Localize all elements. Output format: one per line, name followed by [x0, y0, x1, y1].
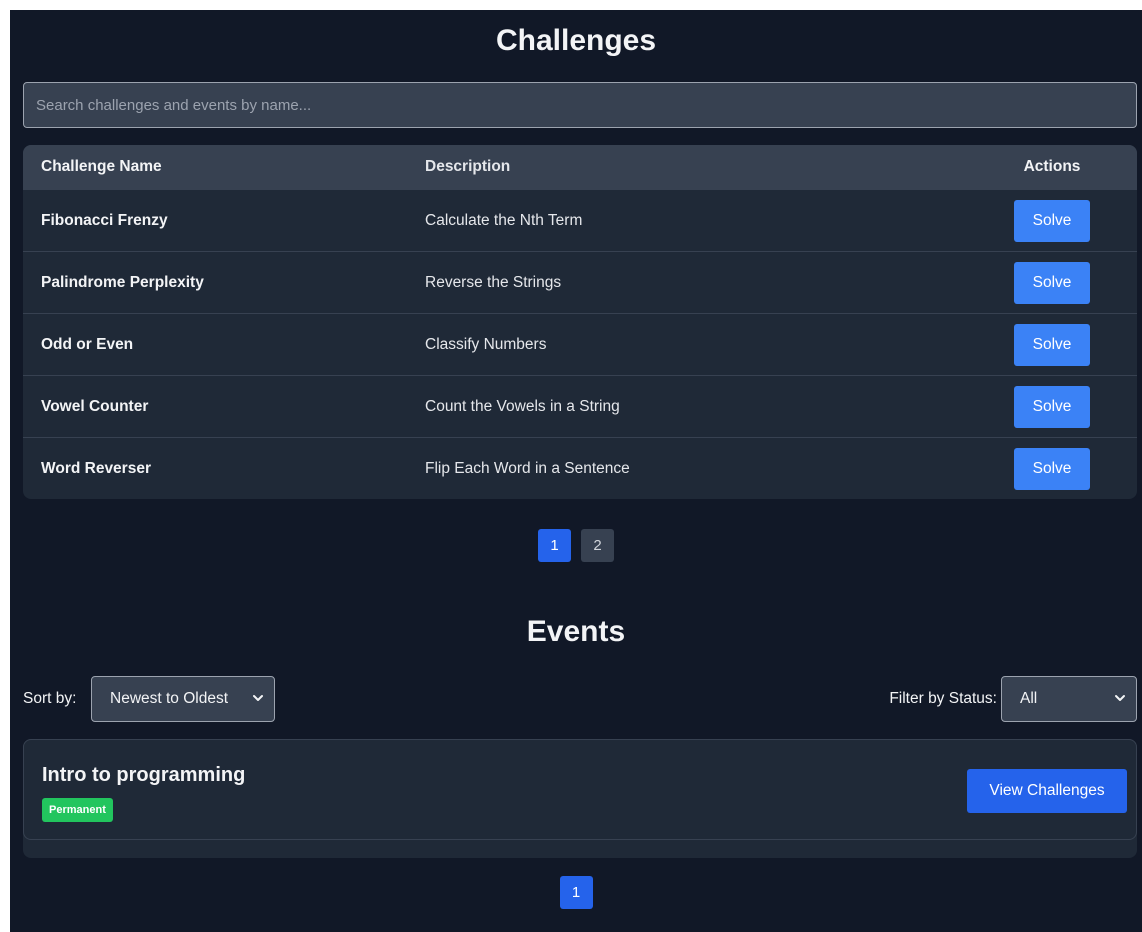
actions-cell: Solve [967, 261, 1137, 304]
sort-select-value: Newest to Oldest [110, 690, 229, 707]
status-filter-select[interactable]: All [1001, 676, 1137, 722]
filter-label: Filter by Status: [889, 690, 997, 707]
events-list: Intro to programming Permanent View Chal… [23, 739, 1137, 858]
challenge-name: Odd or Even [41, 335, 134, 353]
challenge-name: Word Reverser [41, 459, 151, 477]
column-header-actions: Actions [1023, 158, 1081, 175]
search-input[interactable] [23, 82, 1137, 128]
page: Challenges Challenge Name Description Ac… [10, 10, 1142, 932]
page-button-1[interactable]: 1 [538, 529, 571, 562]
challenges-table: Challenge Name Description Actions Fibon… [23, 145, 1137, 499]
challenges-pagination: 1 2 [10, 529, 1142, 562]
challenge-description: Classify Numbers [425, 335, 547, 353]
sort-label: Sort by: [23, 690, 77, 707]
actions-cell: Solve [967, 447, 1137, 490]
page-button-2[interactable]: 2 [581, 529, 614, 562]
event-title: Intro to programming [42, 764, 246, 786]
actions-cell: Solve [967, 385, 1137, 428]
column-header-description: Description [425, 158, 511, 175]
actions-cell: Solve [967, 323, 1137, 366]
solve-button[interactable]: Solve [1014, 323, 1090, 366]
event-card: Intro to programming Permanent View Chal… [23, 739, 1137, 840]
table-row: Odd or Even Classify Numbers Solve [23, 313, 1137, 375]
challenge-description: Flip Each Word in a Sentence [425, 459, 630, 477]
actions-cell: Solve [967, 199, 1137, 242]
table-row: Vowel Counter Count the Vowels in a Stri… [23, 375, 1137, 437]
chevron-down-icon [253, 695, 263, 701]
table-row: Palindrome Perplexity Reverse the String… [23, 251, 1137, 313]
solve-button[interactable]: Solve [1014, 199, 1090, 242]
page-button-1[interactable]: 1 [559, 876, 593, 909]
solve-button[interactable]: Solve [1014, 261, 1090, 304]
challenge-description: Count the Vowels in a String [425, 397, 620, 415]
chevron-down-icon [1115, 695, 1125, 701]
solve-button[interactable]: Solve [1014, 385, 1090, 428]
status-filter-value: All [1020, 690, 1038, 707]
status-badge: Permanent [42, 798, 113, 822]
challenge-description: Reverse the Strings [425, 273, 562, 291]
challenges-title: Challenges [495, 24, 657, 57]
table-header: Challenge Name Description Actions [23, 145, 1137, 189]
events-controls: Sort by: Newest to Oldest Filter by Stat… [10, 676, 1142, 722]
sort-select[interactable]: Newest to Oldest [91, 676, 275, 722]
search-container [23, 82, 1137, 128]
challenge-name: Vowel Counter [41, 397, 149, 415]
table-row: Word Reverser Flip Each Word in a Senten… [23, 437, 1137, 499]
events-title: Events [526, 615, 626, 648]
events-pagination: 1 [10, 876, 1142, 909]
table-row: Fibonacci Frenzy Calculate the Nth Term … [23, 189, 1137, 251]
challenge-description: Calculate the Nth Term [425, 211, 583, 229]
view-challenges-button[interactable]: View Challenges [967, 769, 1127, 813]
challenge-name: Fibonacci Frenzy [41, 211, 168, 229]
solve-button[interactable]: Solve [1014, 447, 1090, 490]
challenge-name: Palindrome Perplexity [41, 273, 204, 291]
column-header-name: Challenge Name [41, 158, 162, 175]
